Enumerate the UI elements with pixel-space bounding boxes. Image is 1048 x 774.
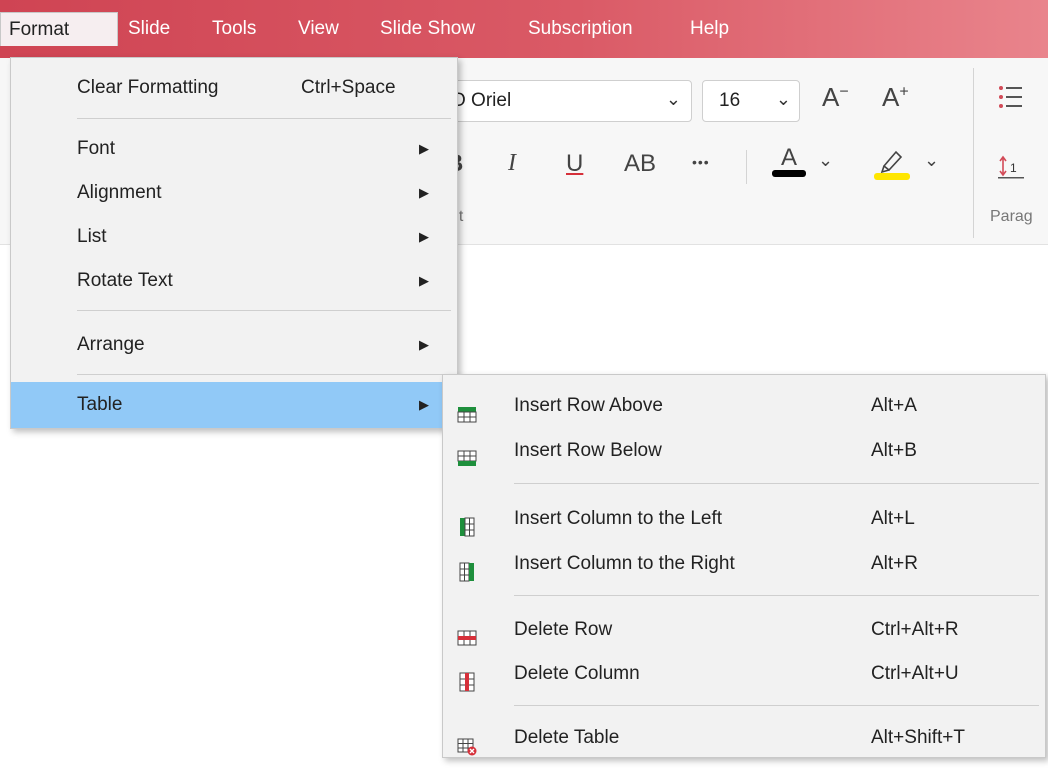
insert-row-below-icon [457, 441, 477, 466]
chevron-down-icon[interactable]: ⌄ [666, 89, 681, 110]
menu-separator [77, 374, 451, 375]
increase-font-label: A [882, 82, 900, 112]
ribbon-divider [746, 150, 747, 184]
submenu-arrow-icon: ▶ [419, 185, 429, 200]
font-color-label: A [780, 144, 797, 171]
menu-item-label: Delete Column [514, 663, 640, 684]
menu-item-insert-row-below[interactable]: Insert Row Below Alt+B [443, 428, 1045, 474]
all-caps-button[interactable]: AB [624, 150, 656, 178]
underline-button[interactable]: U [566, 150, 583, 178]
more-options-button[interactable]: ••• [692, 154, 710, 170]
menu-item-shortcut: Alt+A [871, 395, 917, 416]
menu-item-clear-formatting[interactable]: Clear Formatting Ctrl+Space [11, 65, 457, 111]
submenu-arrow-icon: ▶ [419, 229, 429, 244]
menu-item-shortcut: Alt+L [871, 508, 915, 529]
font-name-value: O Oriel [451, 90, 512, 111]
menu-item-label: Delete Row [514, 619, 613, 640]
svg-text:1: 1 [1010, 161, 1017, 175]
menu-item-table[interactable]: Table ▶ [11, 382, 457, 428]
menu-view[interactable]: View [290, 12, 347, 46]
menu-separator [514, 705, 1039, 706]
menu-item-alignment[interactable]: Alignment ▶ [11, 170, 457, 216]
chevron-down-icon[interactable]: ⌄ [924, 150, 939, 171]
menu-item-label: Arrange [77, 334, 145, 355]
menu-item-list[interactable]: List ▶ [11, 214, 457, 260]
menu-separator [514, 483, 1039, 484]
menu-item-shortcut: Ctrl+Alt+U [871, 663, 959, 684]
submenu-arrow-icon: ▶ [419, 337, 429, 352]
submenu-arrow-icon: ▶ [419, 273, 429, 288]
menu-item-delete-column[interactable]: Delete Column Ctrl+Alt+U [443, 651, 1045, 697]
decrease-font-button[interactable]: A− [822, 82, 849, 113]
paragraph-group-label: Parag [990, 208, 1033, 225]
menu-item-label: Rotate Text [77, 270, 173, 291]
ribbon-group-divider [973, 68, 974, 238]
line-spacing-icon[interactable]: 1 [998, 152, 1024, 182]
chevron-down-icon[interactable]: ⌄ [776, 89, 791, 110]
menu-item-label: Insert Row Above [514, 395, 663, 416]
menu-separator [77, 118, 451, 119]
menu-slide-show[interactable]: Slide Show [372, 12, 483, 46]
italic-button[interactable]: I [508, 150, 516, 177]
chevron-down-icon[interactable]: ⌄ [818, 150, 833, 171]
delete-table-icon [457, 728, 477, 756]
menu-item-label: List [77, 226, 107, 247]
highlight-color-button[interactable] [874, 144, 910, 189]
delete-column-icon [457, 664, 477, 692]
menu-item-label: Insert Row Below [514, 440, 662, 461]
delete-row-icon [457, 620, 477, 646]
menu-item-insert-column-right[interactable]: Insert Column to the Right Alt+R [443, 541, 1045, 587]
menu-slide[interactable]: Slide [120, 12, 178, 46]
menu-item-shortcut: Alt+R [871, 553, 918, 574]
insert-column-left-icon [457, 509, 477, 537]
insert-row-above-icon [457, 396, 477, 423]
menu-item-font[interactable]: Font ▶ [11, 126, 457, 172]
menu-item-label: Table [77, 394, 123, 415]
menu-item-insert-column-left[interactable]: Insert Column to the Left Alt+L [443, 496, 1045, 542]
font-name-combo[interactable]: O Oriel ⌄ [430, 80, 692, 122]
menu-item-label: Delete Table [514, 727, 620, 748]
menu-item-label: Font [77, 138, 116, 159]
format-menu: Clear Formatting Ctrl+Space Font ▶ Align… [10, 57, 458, 429]
increase-font-button[interactable]: A+ [882, 82, 909, 113]
bulleted-list-icon[interactable] [998, 80, 1024, 114]
menu-item-delete-table[interactable]: Delete Table Alt+Shift+T [443, 715, 1045, 761]
submenu-arrow-icon: ▶ [419, 397, 429, 412]
decrease-font-label: A [822, 82, 840, 112]
menu-item-shortcut: Ctrl+Space [301, 77, 396, 98]
menu-format[interactable]: Format [0, 12, 118, 46]
menu-item-label: Alignment [77, 182, 162, 203]
menu-item-insert-row-above[interactable]: Insert Row Above Alt+A [443, 383, 1045, 429]
font-size-combo[interactable]: 16 ⌄ [702, 80, 800, 122]
menu-subscription[interactable]: Subscription [520, 12, 641, 46]
menu-item-arrange[interactable]: Arrange ▶ [11, 322, 457, 368]
font-color-button[interactable]: A [772, 144, 806, 177]
insert-column-right-icon [457, 554, 477, 582]
menu-item-label: Insert Column to the Right [514, 553, 735, 574]
menu-item-label: Clear Formatting [77, 77, 219, 98]
menu-separator [77, 310, 451, 311]
menu-item-rotate-text[interactable]: Rotate Text ▶ [11, 258, 457, 304]
submenu-arrow-icon: ▶ [419, 141, 429, 156]
menu-tools[interactable]: Tools [204, 12, 264, 46]
highlighter-icon [874, 150, 910, 180]
font-size-value: 16 [719, 90, 741, 111]
menu-item-shortcut: Alt+B [871, 440, 917, 461]
menu-item-delete-row[interactable]: Delete Row Ctrl+Alt+R [443, 607, 1045, 653]
menu-item-shortcut: Ctrl+Alt+R [871, 619, 959, 640]
menu-bar: Format Slide Tools View Slide Show Subsc… [0, 0, 1048, 58]
menu-help[interactable]: Help [682, 12, 737, 46]
menu-item-shortcut: Alt+Shift+T [871, 727, 965, 748]
menu-item-label: Insert Column to the Left [514, 508, 723, 529]
menu-separator [514, 595, 1039, 596]
table-submenu: Insert Row Above Alt+A Insert Row Below … [442, 374, 1046, 758]
